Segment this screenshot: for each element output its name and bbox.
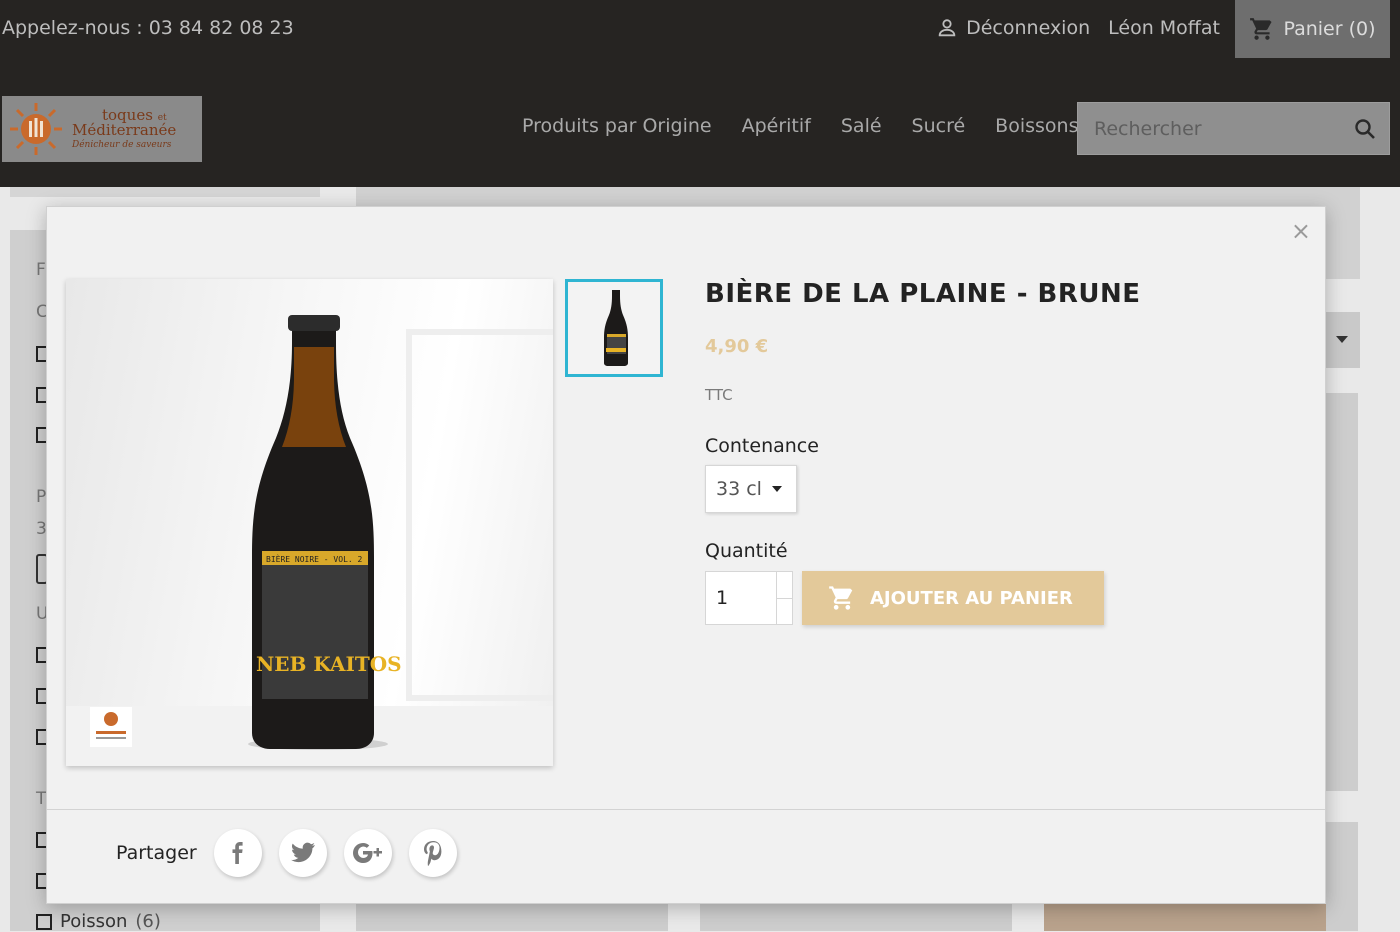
quantity-increase-button[interactable] xyxy=(777,572,792,599)
quantity-buttons xyxy=(776,572,792,624)
user-nav: Déconnexion Léon Moffat xyxy=(936,17,1220,39)
cart-icon xyxy=(1250,18,1273,40)
bg-product-card xyxy=(700,904,1012,931)
label-name-text: NEB KAITOS xyxy=(256,652,402,676)
nav-item-boissons[interactable]: Boissons xyxy=(995,115,1078,137)
site-header: Appelez-nous : 03 84 82 08 23 Déconnexio… xyxy=(0,0,1400,187)
quantity-stepper xyxy=(705,571,793,625)
share-twitter-button[interactable] xyxy=(278,829,327,877)
google-plus-icon xyxy=(352,843,382,863)
site-logo[interactable]: toques et Méditerranée Dénicheur de save… xyxy=(2,96,202,162)
cart-icon xyxy=(829,586,853,610)
logout-link[interactable]: Déconnexion xyxy=(936,17,1090,39)
logo-text: toques et Méditerranée Dénicheur de save… xyxy=(72,108,176,150)
nav-item-aperitif[interactable]: Apéritif xyxy=(742,115,811,137)
bg-filter-letter: T xyxy=(36,789,47,809)
twitter-icon xyxy=(290,842,315,863)
search-box xyxy=(1077,102,1390,155)
main-nav: Produits par Origine Apéritif Salé Sucré… xyxy=(522,115,1078,137)
product-thumbnail[interactable] xyxy=(565,279,663,377)
add-to-cart-label: AJOUTER AU PANIER xyxy=(870,587,1073,609)
bg-product-card xyxy=(1326,393,1358,791)
quantite-label: Quantité xyxy=(705,540,788,562)
account-link[interactable]: Léon Moffat xyxy=(1108,17,1220,39)
share-googleplus-button[interactable] xyxy=(343,829,392,877)
facebook-icon xyxy=(232,842,243,864)
quickview-modal: × BIÈRE NOIRE - VOL. 2 NEB KAITOS BIÈRE … xyxy=(46,206,1326,904)
cart-label: Panier (0) xyxy=(1283,18,1376,40)
bg-filter-count: (6) xyxy=(135,911,161,932)
label-top-text: BIÈRE NOIRE - VOL. 2 xyxy=(266,553,363,564)
share-facebook-button[interactable] xyxy=(213,829,262,877)
cart-button[interactable]: Panier (0) xyxy=(1235,0,1390,58)
user-icon xyxy=(938,19,956,37)
caret-down-icon xyxy=(1336,336,1348,343)
contenance-select[interactable]: 33 cl xyxy=(705,465,797,513)
nav-item-sucre[interactable]: Sucré xyxy=(912,115,966,137)
bg-product-card xyxy=(1044,904,1326,931)
beer-bottle-image: BIÈRE NOIRE - VOL. 2 NEB KAITOS xyxy=(90,315,402,750)
contenance-value: 33 cl xyxy=(716,478,762,500)
bg-filter-letter: P xyxy=(36,487,47,507)
bg-filter-letter: F xyxy=(36,260,46,280)
search-icon[interactable] xyxy=(1353,117,1377,141)
contenance-label: Contenance xyxy=(705,435,819,457)
product-title: BIÈRE DE LA PLAINE - BRUNE xyxy=(705,279,1141,309)
tax-label: TTC xyxy=(705,386,733,404)
contact-phone: Appelez-nous : 03 84 82 08 23 xyxy=(2,17,294,39)
modal-divider xyxy=(47,809,1325,810)
logout-label: Déconnexion xyxy=(966,17,1091,39)
caret-down-icon xyxy=(771,486,782,492)
nav-item-sale[interactable]: Salé xyxy=(841,115,882,137)
bg-block xyxy=(10,187,320,197)
add-to-cart-button[interactable]: AJOUTER AU PANIER xyxy=(802,571,1104,625)
logo-line3: Dénicheur de saveurs xyxy=(72,140,172,150)
bg-filter-poisson[interactable]: Poisson (6) xyxy=(36,911,161,932)
pinterest-icon xyxy=(423,841,442,866)
checkbox[interactable] xyxy=(36,913,52,930)
beer-bottle-thumb xyxy=(568,282,660,374)
product-main-image: BIÈRE NOIRE - VOL. 2 NEB KAITOS xyxy=(66,279,553,766)
quantity-decrease-button[interactable] xyxy=(777,599,792,625)
bg-sort-dropdown[interactable] xyxy=(1326,312,1360,368)
bg-product-card xyxy=(356,904,668,931)
sun-logo-icon xyxy=(10,103,62,155)
close-icon[interactable]: × xyxy=(1291,219,1311,243)
search-input[interactable] xyxy=(1092,116,1336,141)
nav-item-origine[interactable]: Produits par Origine xyxy=(522,115,712,137)
share-label: Partager xyxy=(116,842,197,864)
quantity-input[interactable] xyxy=(706,572,776,624)
share-bar: Partager xyxy=(116,829,457,877)
product-price: 4,90 € xyxy=(705,336,769,357)
bg-product-card xyxy=(1326,822,1358,931)
share-pinterest-button[interactable] xyxy=(408,829,457,877)
logo-line2: Méditerranée xyxy=(72,121,177,139)
bg-filter-label: Poisson xyxy=(60,911,128,932)
